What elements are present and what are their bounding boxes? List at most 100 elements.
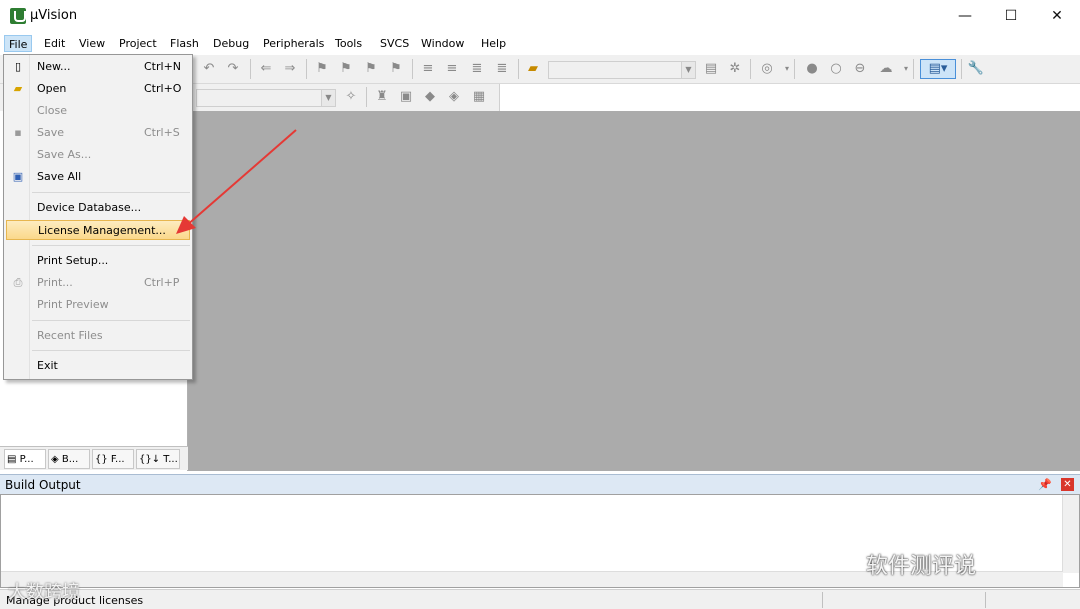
window-layout-icon[interactable]: ▤▾ [920, 59, 956, 79]
toolbar-separator [961, 59, 962, 79]
menu-item-label: New... [37, 60, 71, 73]
status-separator [822, 592, 823, 608]
menu-flash[interactable]: Flash [166, 35, 203, 52]
app-icon [10, 8, 26, 24]
menu-item-label: Device Database... [37, 201, 142, 214]
menu-view[interactable]: View [75, 35, 109, 52]
menu-svcs[interactable]: SVCS [376, 35, 413, 52]
menu-item-shortcut: Ctrl+O [144, 82, 182, 95]
menu-item-label: Save [37, 126, 65, 139]
menu-item-new[interactable]: ▯ New... Ctrl+N [6, 57, 190, 77]
pin-icon[interactable]: 📌 [1038, 478, 1052, 491]
tab-project-label: P... [19, 454, 34, 465]
menu-item-print-preview[interactable]: Print Preview [6, 295, 190, 315]
tab-books-label: B... [61, 454, 79, 465]
menu-item-save-as[interactable]: Save As... [6, 145, 190, 165]
manage-project-icon[interactable]: ♜ [373, 88, 391, 106]
menu-item-label: Save All [37, 170, 82, 183]
menu-item-label: Print... [37, 276, 73, 289]
menu-item-label: Close [37, 104, 67, 117]
undo-icon[interactable]: ↶ [200, 60, 218, 78]
redo-icon[interactable]: ↷ [224, 60, 242, 78]
bookmark-prev-icon[interactable]: ⚑ [337, 60, 355, 78]
tab-functions-label: F... [110, 454, 125, 465]
uncomment-icon[interactable]: ≣ [493, 60, 511, 78]
toolbar-separator [794, 59, 795, 79]
breakpoint-kill-icon[interactable]: ☁ [877, 60, 895, 78]
toolbar-separator [750, 59, 751, 79]
toolbar-separator [250, 59, 251, 79]
menu-item-shortcut: Ctrl+P [144, 276, 180, 289]
maximize-button[interactable]: ☐ [988, 0, 1034, 32]
breakpoint-enable-icon[interactable]: ○ [827, 60, 845, 78]
wrench-icon[interactable]: 🔧 [967, 60, 985, 78]
open-folder-icon[interactable]: ▰ [524, 60, 542, 78]
close-icon[interactable]: ✕ [1061, 478, 1074, 491]
multi-project-icon[interactable]: ▦ [470, 88, 488, 106]
indent-icon[interactable]: ≡ [419, 60, 437, 78]
vertical-scrollbar[interactable] [1062, 495, 1079, 573]
bookmark-icon[interactable]: ⚑ [313, 60, 331, 78]
editor-area[interactable] [188, 111, 1080, 471]
menu-item-shortcut: Ctrl+N [144, 60, 182, 73]
menu-separator [32, 245, 190, 246]
close-button[interactable]: ✕ [1034, 0, 1080, 32]
menu-bar: File Edit View Project Flash Debug Perip… [0, 32, 1080, 54]
pack-installer-icon[interactable]: ◆ [421, 88, 439, 106]
nav-forward-icon[interactable]: ⇒ [281, 60, 299, 78]
menu-edit[interactable]: Edit [40, 35, 69, 52]
title-bar: µVision — ☐ ✕ [0, 0, 1080, 32]
menu-item-label: Print Preview [37, 298, 109, 311]
menu-item-exit[interactable]: Exit [6, 356, 190, 376]
tab-functions[interactable]: {} F... [92, 449, 134, 469]
menu-item-save[interactable]: ▪ Save Ctrl+S [6, 123, 190, 143]
save-all-icon: ▣ [12, 170, 24, 183]
menu-item-label: Recent Files [37, 329, 103, 342]
minimize-button[interactable]: — [942, 0, 988, 32]
menu-window[interactable]: Window [417, 35, 468, 52]
menu-item-open[interactable]: ▰ Open Ctrl+O [6, 79, 190, 99]
menu-item-device-database[interactable]: Device Database... [6, 198, 190, 218]
menu-item-license-management[interactable]: License Management... [6, 220, 190, 240]
debug-session-icon[interactable]: ◎ [758, 60, 776, 78]
manage-components-icon[interactable]: ▣ [397, 88, 415, 106]
menu-peripherals[interactable]: Peripherals [259, 35, 328, 52]
menu-item-print-setup[interactable]: Print Setup... [6, 251, 190, 271]
tab-templates[interactable]: {}↓ T... [136, 449, 180, 469]
tab-templates-label: T... [163, 454, 178, 465]
bookmark-clear-icon[interactable]: ⚑ [387, 60, 405, 78]
menu-project[interactable]: Project [115, 35, 161, 52]
breakpoint-insert-icon[interactable]: ● [803, 60, 821, 78]
save-icon: ▪ [14, 126, 22, 139]
menu-item-label: Save As... [37, 148, 92, 161]
breakpoint-disable-icon[interactable]: ⊖ [851, 60, 869, 78]
menu-help[interactable]: Help [477, 35, 510, 52]
select-packs-icon[interactable]: ◈ [445, 88, 463, 106]
open-folder-icon: ▰ [13, 82, 23, 95]
bookmark-next-icon[interactable]: ⚑ [362, 60, 380, 78]
menu-item-label: Open [37, 82, 67, 95]
status-separator [985, 592, 986, 608]
incremental-find-icon[interactable]: ✲ [726, 60, 744, 78]
menu-file[interactable]: File [4, 35, 33, 52]
watermark-left: 大数跨境 [8, 582, 80, 603]
menu-item-save-all[interactable]: ▣ Save All [6, 167, 190, 187]
tab-project[interactable]: ▤ P... [4, 449, 46, 469]
tab-books[interactable]: ◈ B... [48, 449, 90, 469]
nav-back-icon[interactable]: ⇐ [257, 60, 275, 78]
target-combo[interactable]: ▼ [196, 89, 336, 107]
unindent-icon[interactable]: ≡ [443, 60, 461, 78]
toolbar-separator [913, 59, 914, 79]
menu-debug[interactable]: Debug [209, 35, 253, 52]
find-in-files-icon[interactable]: ▤ [702, 60, 720, 78]
build-output-title: Build Output [5, 478, 81, 492]
menu-item-recent-files[interactable]: Recent Files [6, 326, 190, 346]
menu-item-close[interactable]: Close [6, 101, 190, 121]
comment-icon[interactable]: ≣ [468, 60, 486, 78]
menu-item-print[interactable]: ⎙ Print... Ctrl+P [6, 273, 190, 293]
menu-item-shortcut: Ctrl+S [144, 126, 180, 139]
magic-wand-icon[interactable]: ✧ [342, 88, 360, 106]
menu-tools[interactable]: Tools [331, 35, 366, 52]
toolbar-separator [366, 87, 367, 107]
find-combo[interactable]: ▼ [548, 61, 696, 79]
